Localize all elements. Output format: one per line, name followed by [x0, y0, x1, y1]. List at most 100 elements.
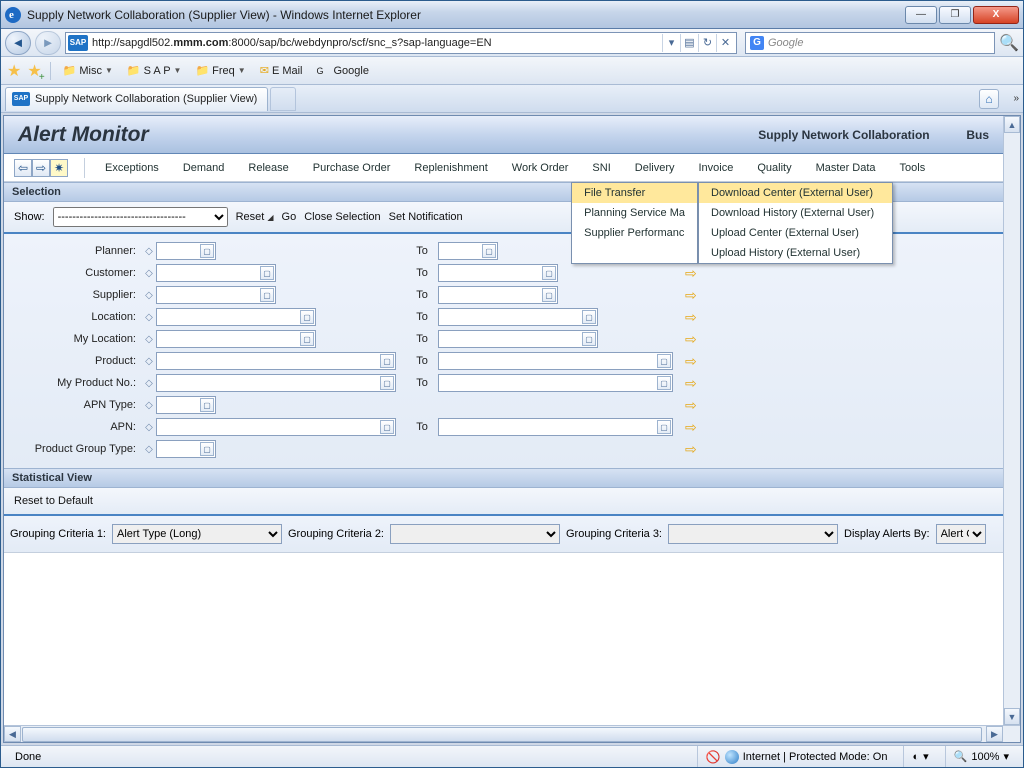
menu-demand[interactable]: Demand [173, 158, 235, 178]
add-favorite-icon[interactable]: ★+ [27, 61, 41, 81]
close-button[interactable]: X [973, 6, 1019, 24]
myprod-from-input[interactable]: ▢ [156, 374, 396, 392]
multi-select-icon[interactable]: ⇨ [685, 397, 697, 414]
new-tab-button[interactable] [270, 87, 296, 111]
reset-default-link[interactable]: Reset to Default [14, 495, 93, 507]
diamond-icon[interactable]: ◇ [142, 290, 156, 301]
multi-select-icon[interactable]: ⇨ [685, 265, 697, 282]
mylocation-from-input[interactable]: ▢ [156, 330, 316, 348]
toolbar-overflow-icon[interactable]: » [1013, 93, 1019, 104]
f4-icon[interactable]: ▢ [657, 376, 671, 390]
fav-sap[interactable]: 📁S A P▼ [123, 62, 186, 79]
compat-view-icon[interactable]: ▤ [680, 34, 698, 52]
gc1-select[interactable]: Alert Type (Long) [112, 524, 282, 544]
menu-masterdata[interactable]: Master Data [806, 158, 886, 178]
scroll-left-icon[interactable]: ◀ [4, 726, 21, 742]
vertical-scrollbar[interactable]: ▲ ▼ [1003, 116, 1020, 725]
f4-icon[interactable]: ▢ [542, 288, 556, 302]
f4-icon[interactable]: ▢ [380, 354, 394, 368]
mi-download-history[interactable]: Download History (External User) [699, 203, 892, 223]
scroll-thumb[interactable] [22, 727, 982, 742]
nav-fwd-icon[interactable]: ⇨ [32, 159, 50, 177]
myprod-to-input[interactable]: ▢ [438, 374, 673, 392]
f4-icon[interactable]: ▢ [380, 376, 394, 390]
f4-icon[interactable]: ▢ [200, 398, 214, 412]
planner-from-input[interactable]: ▢ [156, 242, 216, 260]
diamond-icon[interactable]: ◇ [142, 268, 156, 279]
f4-icon[interactable]: ▢ [200, 244, 214, 258]
apntype-input[interactable]: ▢ [156, 396, 216, 414]
search-box[interactable]: G Google [745, 32, 995, 54]
page-tab[interactable]: SAP Supply Network Collaboration (Suppli… [5, 87, 268, 111]
scroll-down-icon[interactable]: ▼ [1004, 708, 1020, 725]
reset-link[interactable]: Reset ◢ [236, 211, 274, 223]
menu-release[interactable]: Release [238, 158, 298, 178]
f4-icon[interactable]: ▢ [200, 442, 214, 456]
product-to-input[interactable]: ▢ [438, 352, 673, 370]
multi-select-icon[interactable]: ⇨ [685, 375, 697, 392]
supplier-to-input[interactable]: ▢ [438, 286, 558, 304]
apn-from-input[interactable]: ▢ [156, 418, 396, 436]
go-link[interactable]: Go [282, 211, 297, 223]
show-select[interactable]: ----------------------------------- [53, 207, 228, 227]
mi-upload-history[interactable]: Upload History (External User) [699, 243, 892, 263]
mi-planning-service[interactable]: Planning Service Ma [572, 203, 697, 223]
mi-upload-center[interactable]: Upload Center (External User) [699, 223, 892, 243]
search-go-icon[interactable]: 🔍 [999, 33, 1019, 53]
horizontal-scrollbar[interactable]: ◀ ▶ [4, 725, 1020, 742]
diamond-icon[interactable]: ◇ [142, 444, 156, 455]
diamond-icon[interactable]: ◇ [142, 378, 156, 389]
mylocation-to-input[interactable]: ▢ [438, 330, 598, 348]
status-zoom[interactable]: 🔍100% ▾ [945, 746, 1017, 767]
diamond-icon[interactable]: ◇ [142, 356, 156, 367]
f4-icon[interactable]: ▢ [380, 420, 394, 434]
multi-select-icon[interactable]: ⇨ [685, 287, 697, 304]
home-button[interactable]: ⌂ [979, 89, 999, 109]
f4-icon[interactable]: ▢ [542, 266, 556, 280]
nav-back-icon[interactable]: ⇦ [14, 159, 32, 177]
display-by-select[interactable]: Alert Cat [936, 524, 986, 544]
fav-misc[interactable]: 📁Misc▼ [59, 62, 117, 79]
mi-supplier-perf[interactable]: Supplier Performanc [572, 223, 697, 243]
menu-invoice[interactable]: Invoice [689, 158, 744, 178]
close-selection-link[interactable]: Close Selection [304, 211, 380, 223]
planner-to-input[interactable]: ▢ [438, 242, 498, 260]
gc2-select[interactable] [390, 524, 560, 544]
scroll-up-icon[interactable]: ▲ [1004, 116, 1020, 133]
fav-google[interactable]: GGoogle [313, 62, 373, 80]
pgt-input[interactable]: ▢ [156, 440, 216, 458]
minimize-button[interactable]: — [905, 6, 937, 24]
f4-icon[interactable]: ▢ [300, 310, 314, 324]
back-button[interactable]: ◄ [5, 31, 31, 55]
customer-to-input[interactable]: ▢ [438, 264, 558, 282]
maximize-button[interactable]: ❐ [939, 6, 971, 24]
stop-icon[interactable]: ✕ [716, 34, 734, 52]
menu-po[interactable]: Purchase Order [303, 158, 401, 178]
menu-tools[interactable]: Tools [890, 158, 936, 178]
menu-delivery[interactable]: Delivery [625, 158, 685, 178]
menu-sni[interactable]: SNI [582, 158, 620, 178]
diamond-icon[interactable]: ◇ [142, 246, 156, 257]
forward-button[interactable]: ► [35, 31, 61, 55]
supplier-from-input[interactable]: ▢ [156, 286, 276, 304]
f4-icon[interactable]: ▢ [582, 332, 596, 346]
mi-file-transfer[interactable]: File Transfer [572, 183, 697, 203]
diamond-icon[interactable]: ◇ [142, 400, 156, 411]
multi-select-icon[interactable]: ⇨ [685, 441, 697, 458]
f4-icon[interactable]: ▢ [300, 332, 314, 346]
multi-select-icon[interactable]: ⇨ [685, 309, 697, 326]
diamond-icon[interactable]: ◇ [142, 334, 156, 345]
f4-icon[interactable]: ▢ [657, 420, 671, 434]
apn-to-input[interactable]: ▢ [438, 418, 673, 436]
diamond-icon[interactable]: ◇ [142, 422, 156, 433]
f4-icon[interactable]: ▢ [260, 266, 274, 280]
menu-quality[interactable]: Quality [747, 158, 801, 178]
scroll-right-icon[interactable]: ▶ [986, 726, 1003, 742]
menu-workorder[interactable]: Work Order [502, 158, 579, 178]
multi-select-icon[interactable]: ⇨ [685, 331, 697, 348]
product-from-input[interactable]: ▢ [156, 352, 396, 370]
favorites-star-icon[interactable]: ★ [7, 61, 21, 81]
address-bar[interactable]: SAP http://sapgdl502.mmm.com:8000/sap/bc… [65, 32, 737, 54]
nav-home-icon[interactable]: ✷ [50, 159, 68, 177]
addr-dropdown-icon[interactable]: ▾ [662, 34, 680, 52]
